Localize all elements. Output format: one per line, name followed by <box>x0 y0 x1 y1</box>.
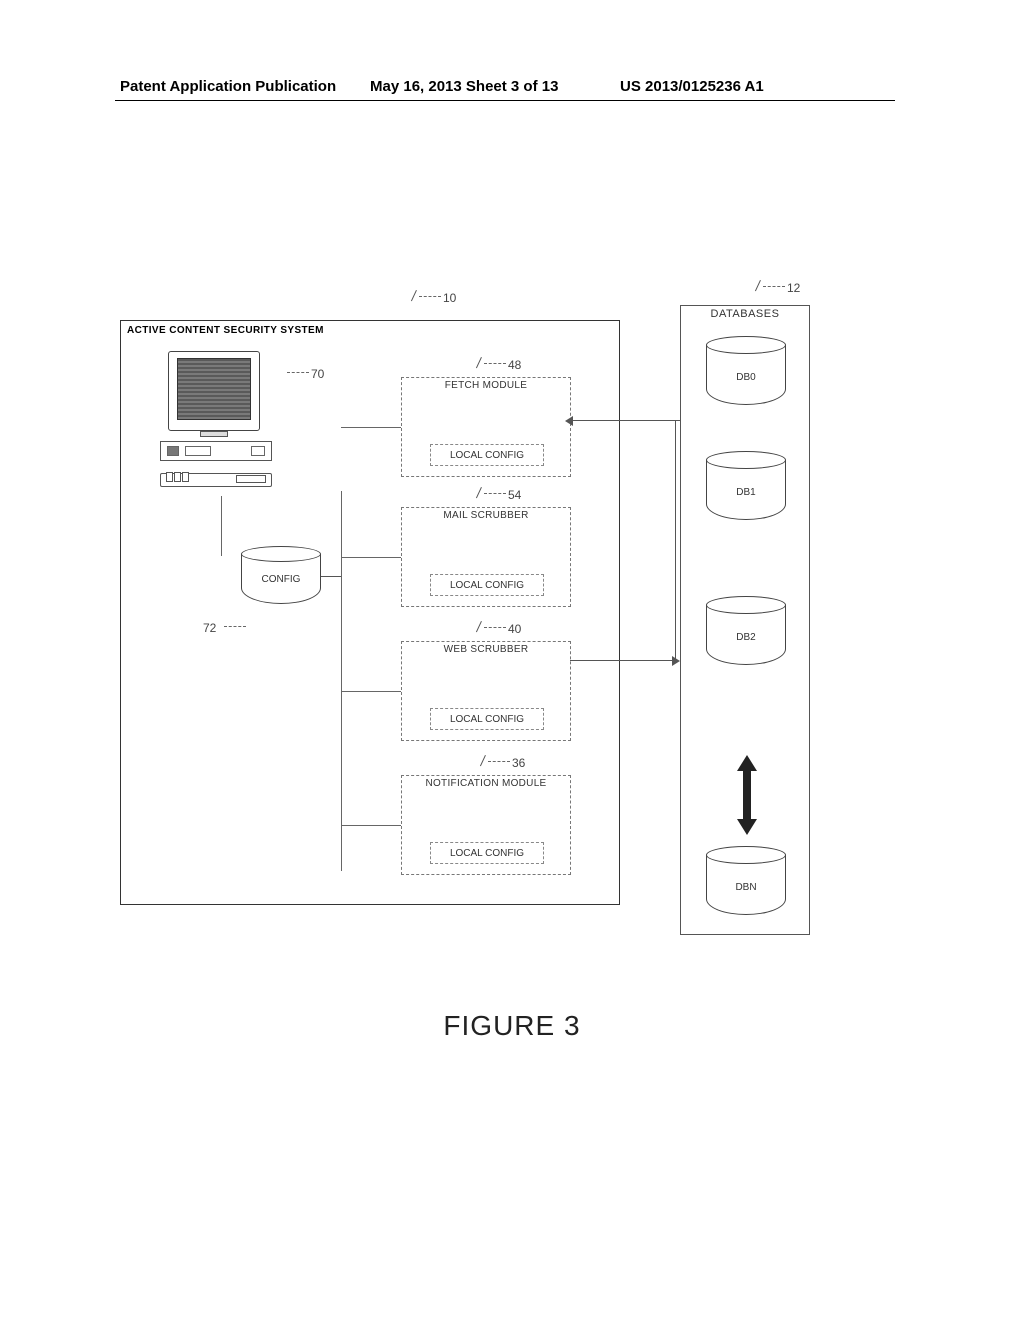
computer-icon <box>156 351 276 496</box>
ref-notif-num: 36 <box>512 756 525 770</box>
dbN-label: DBN <box>706 882 786 893</box>
db2-icon: DB2 <box>706 596 786 666</box>
pub-number: US 2013/0125236 A1 <box>620 78 764 95</box>
arrowhead-icon <box>565 416 573 426</box>
connector-to-db <box>675 420 676 661</box>
connector <box>321 576 341 577</box>
db1-icon: DB1 <box>706 451 786 521</box>
module-fetch: FETCH MODULE LOCAL CONFIG <box>401 377 571 477</box>
ref-system-num: 10 <box>443 291 456 305</box>
arrowhead-icon <box>672 656 680 666</box>
db1-label: DB1 <box>706 487 786 498</box>
db0-label: DB0 <box>706 372 786 383</box>
ref-web-num: 40 <box>508 622 521 636</box>
module-fetch-localcfg: LOCAL CONFIG <box>430 444 544 466</box>
db0-icon: DB0 <box>706 336 786 406</box>
ref-mail-num: 54 <box>508 488 521 502</box>
connector <box>341 427 401 428</box>
connector-to-db <box>570 420 680 421</box>
pub-type: Patent Application Publication <box>120 78 336 95</box>
ref-system: 10 <box>416 290 456 305</box>
connector <box>341 691 401 692</box>
db2-label: DB2 <box>706 632 786 643</box>
databases-column: DATABASES DB0 DB1 DB2 DBN <box>680 305 810 935</box>
connector <box>221 496 222 556</box>
figure-area: 10 ACTIVE CONTENT SECURITY SYSTEM 70 <box>120 280 890 940</box>
module-mail-title: MAIL SCRUBBER <box>402 510 570 521</box>
connector-from-db <box>570 660 675 661</box>
double-arrow-icon <box>740 755 754 835</box>
ref-config-num: 72 <box>203 621 216 635</box>
module-web: WEB SCRUBBER LOCAL CONFIG <box>401 641 571 741</box>
ref-config: 72 <box>203 621 248 635</box>
system-title: ACTIVE CONTENT SECURITY SYSTEM <box>127 325 324 336</box>
module-mail-localcfg: LOCAL CONFIG <box>430 574 544 596</box>
module-notif-title: NOTIFICATION MODULE <box>402 778 570 789</box>
connector <box>341 821 342 871</box>
module-web-localcfg: LOCAL CONFIG <box>430 708 544 730</box>
module-notif-localcfg: LOCAL CONFIG <box>430 842 544 864</box>
config-label: CONFIG <box>241 574 321 585</box>
module-fetch-title: FETCH MODULE <box>402 380 570 391</box>
ref-fetch-num: 48 <box>508 358 521 372</box>
ref-mail: 54 <box>481 487 521 502</box>
header-rule <box>115 100 895 101</box>
connector <box>341 825 401 826</box>
connector <box>341 557 401 558</box>
module-notification: NOTIFICATION MODULE LOCAL CONFIG <box>401 775 571 875</box>
connector-trunk <box>341 491 342 871</box>
module-mail: MAIL SCRUBBER LOCAL CONFIG <box>401 507 571 607</box>
ref-notif: 36 <box>485 755 525 770</box>
ref-web: 40 <box>481 621 521 636</box>
ref-fetch: 48 <box>481 357 521 372</box>
ref-databases-num: 12 <box>787 281 800 295</box>
dbN-icon: DBN <box>706 846 786 916</box>
config-db-icon: CONFIG <box>241 546 321 604</box>
databases-title: DATABASES <box>681 308 809 320</box>
figure-caption: FIGURE 3 <box>0 1010 1024 1042</box>
date-sheet: May 16, 2013 Sheet 3 of 13 <box>370 78 558 95</box>
ref-computer: 70 <box>287 367 324 381</box>
ref-databases: 12 <box>760 280 800 295</box>
system-box: ACTIVE CONTENT SECURITY SYSTEM 70 CONFIG <box>120 320 620 905</box>
module-web-title: WEB SCRUBBER <box>402 644 570 655</box>
ref-computer-num: 70 <box>311 367 324 381</box>
